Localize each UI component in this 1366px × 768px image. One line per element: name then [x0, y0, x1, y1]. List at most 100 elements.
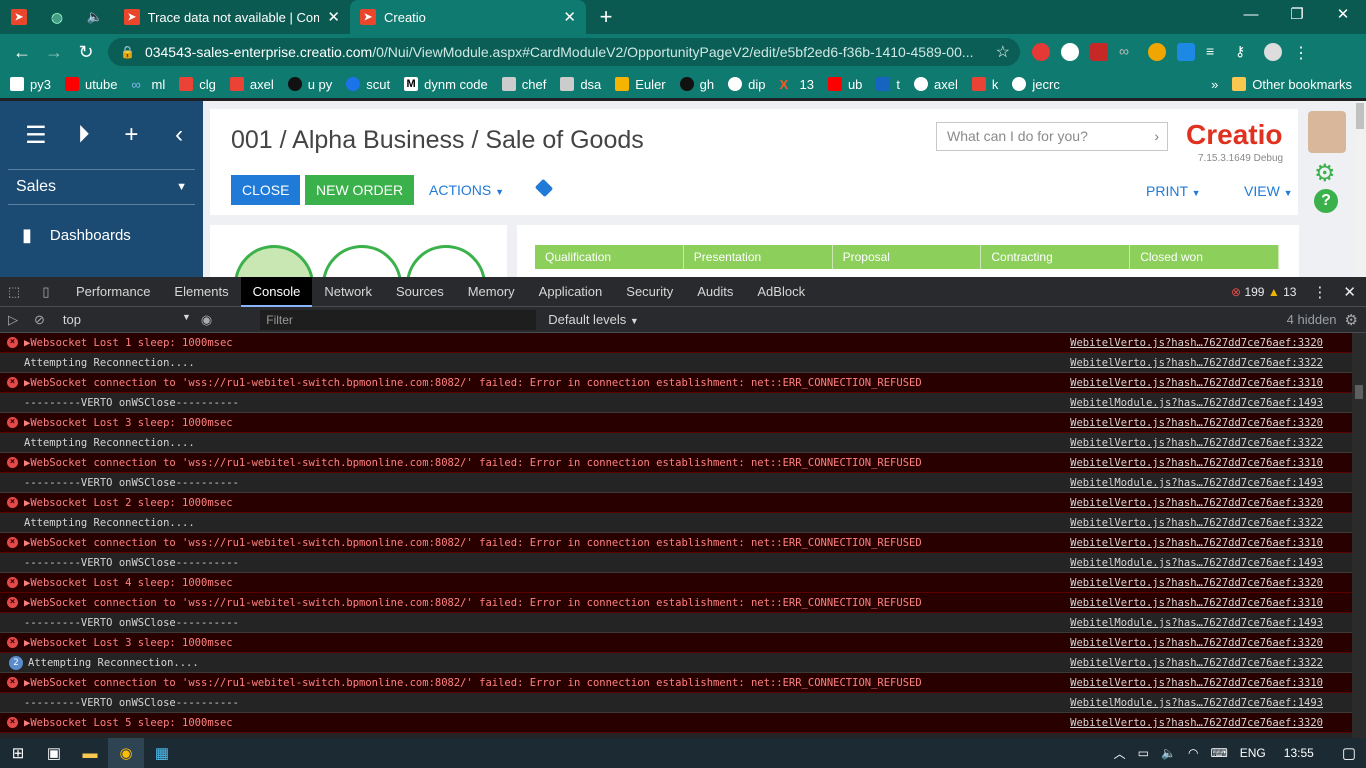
inspect-icon[interactable]: ⬚ — [0, 284, 28, 300]
extension-icon[interactable]: ∞ — [1119, 43, 1137, 61]
windows-extension-icon[interactable] — [1177, 43, 1195, 61]
bookmark-item[interactable]: Euler — [615, 77, 666, 92]
notifications-icon[interactable]: ▢ — [1342, 744, 1356, 762]
pinned-tab-1[interactable]: ➤ — [0, 0, 38, 34]
key-icon[interactable]: ⚷ — [1235, 43, 1253, 61]
stage-contracting[interactable]: Contracting — [981, 245, 1131, 269]
clear-console-icon[interactable]: ⊘ — [34, 312, 45, 328]
console-error-row[interactable]: × ▶WebSocket connection to 'wss://ru1-web… — [0, 373, 1352, 393]
source-link[interactable]: WebitelVerto.js?hash…7627dd7ce76aef:3320 — [1070, 333, 1323, 353]
bookmark-item[interactable]: axel — [914, 77, 958, 92]
console-error-row[interactable]: × ▶Websocket Lost 3 sleep: 1000msec Webite… — [0, 633, 1352, 653]
tab-security[interactable]: Security — [614, 277, 685, 307]
new-order-button[interactable]: NEW ORDER — [305, 175, 415, 205]
close-tab-icon[interactable]: ✕ — [563, 8, 576, 26]
close-tab-icon[interactable]: ✕ — [327, 8, 340, 26]
bookmark-item[interactable]: ub — [827, 77, 862, 92]
minimize-icon[interactable]: — — [1228, 0, 1274, 34]
back-icon[interactable]: ← — [6, 42, 38, 63]
bookmark-item[interactable]: scut — [346, 77, 390, 92]
extension-icon[interactable] — [1090, 43, 1108, 61]
forward-icon[interactable]: → — [38, 42, 70, 63]
print-menu[interactable]: PRINT ▼ — [1146, 183, 1201, 199]
console-filter-input[interactable]: Filter — [260, 309, 537, 330]
bookmark-item[interactable]: X 13 — [779, 77, 813, 93]
source-link[interactable]: WebitelModule.js?has…7627dd7ce76aef:1493 — [1070, 553, 1323, 573]
console-log-row[interactable]: Attempting Reconnection.... WebitelVerto.… — [0, 433, 1352, 453]
language-indicator[interactable]: ENG — [1240, 746, 1266, 760]
bookmark-item[interactable]: k — [971, 77, 998, 92]
actions-menu[interactable]: ACTIONS ▼ — [429, 182, 504, 198]
tab-memory[interactable]: Memory — [456, 277, 527, 307]
console-error-row[interactable]: × ▶Websocket Lost 5 sleep: 1000msec Webite… — [0, 713, 1352, 733]
bookmark-item[interactable]: jecrc — [1012, 77, 1060, 92]
url-bar[interactable]: 🔒 034543-sales-enterprise.creatio.com/0/… — [108, 38, 1020, 66]
stage-proposal[interactable]: Proposal — [833, 245, 982, 269]
new-tab-button[interactable]: + — [586, 4, 626, 30]
source-link[interactable]: WebitelVerto.js?hash…7627dd7ce76aef:3310 — [1070, 373, 1323, 393]
command-search-input[interactable]: What can I do for you? › — [936, 122, 1168, 151]
source-link[interactable]: WebitelVerto.js?hash…7627dd7ce76aef:3320 — [1070, 713, 1323, 733]
source-link[interactable]: WebitelVerto.js?hash…7627dd7ce76aef:3322 — [1070, 653, 1323, 673]
gear-icon[interactable]: ⚙ — [1345, 311, 1358, 329]
console-error-row[interactable]: × ▶WebSocket connection to 'wss://ru1-web… — [0, 453, 1352, 473]
bookmark-item[interactable]: u py — [287, 77, 332, 92]
help-icon[interactable]: ? — [1314, 189, 1338, 213]
device-toolbar-icon[interactable]: ▯ — [28, 284, 64, 300]
keyboard-icon[interactable]: ⌨ — [1210, 746, 1227, 760]
tab-performance[interactable]: Performance — [64, 277, 162, 307]
source-link[interactable]: WebitelVerto.js?hash…7627dd7ce76aef:3310 — [1070, 593, 1323, 613]
source-link[interactable]: WebitelModule.js?has…7627dd7ce76aef:1493 — [1070, 693, 1323, 713]
console-error-row[interactable]: × ▶Websocket Lost 2 sleep: 1000msec Webite… — [0, 493, 1352, 513]
close-window-icon[interactable]: ✕ — [1320, 0, 1366, 34]
extension-icon[interactable] — [1061, 43, 1079, 61]
bookmark-item[interactable]: Mdynm code — [404, 77, 488, 92]
source-link[interactable]: WebitelVerto.js?hash…7627dd7ce76aef:3322 — [1070, 433, 1323, 453]
file-explorer-icon[interactable]: ▬ — [72, 738, 108, 768]
chrome-icon[interactable]: ◉ — [108, 738, 144, 768]
source-link[interactable]: WebitelVerto.js?hash…7627dd7ce76aef:3320 — [1070, 493, 1323, 513]
play-icon[interactable]: ⏵ — [60, 121, 108, 149]
issue-counter[interactable]: ⊗ 199 ▲ 13 — [1231, 285, 1296, 299]
bookmark-item[interactable]: clg — [179, 77, 216, 92]
app-icon[interactable]: ▦ — [144, 738, 180, 768]
tab-sources[interactable]: Sources — [384, 277, 456, 307]
scrollbar-thumb[interactable] — [1356, 103, 1364, 129]
console-log-row[interactable]: Attempting Reconnection.... WebitelVerto.… — [0, 513, 1352, 533]
source-link[interactable]: WebitelVerto.js?hash…7627dd7ce76aef:3320 — [1070, 413, 1323, 433]
stage-qualification[interactable]: Qualification — [535, 245, 684, 269]
bookmark-item[interactable]: t — [876, 77, 900, 92]
page-scrollbar[interactable] — [1354, 101, 1366, 277]
console-log-row[interactable]: ---------VERTO onWSClose---------- Webite… — [0, 693, 1352, 713]
pinned-tab-2[interactable]: ◍ — [38, 0, 76, 34]
source-link[interactable]: WebitelVerto.js?hash…7627dd7ce76aef:3320 — [1070, 573, 1323, 593]
chevron-up-icon[interactable]: ︿ — [1114, 745, 1126, 762]
tab-application[interactable]: Application — [527, 277, 615, 307]
console-error-row[interactable]: × ▶WebSocket connection to 'wss://ru1-web… — [0, 593, 1352, 613]
sidebar-toggle-icon[interactable]: ▷ — [8, 312, 18, 328]
chevron-right-icon[interactable]: › — [1154, 123, 1159, 150]
volume-icon[interactable]: 🔈 — [1161, 746, 1176, 760]
tab-network[interactable]: Network — [312, 277, 384, 307]
source-link[interactable]: WebitelVerto.js?hash…7627dd7ce76aef:3322 — [1070, 513, 1323, 533]
bookmark-item[interactable]: dsa — [560, 77, 601, 92]
task-view-icon[interactable]: ▣ — [36, 738, 72, 768]
console-error-row[interactable]: × ▶Websocket Lost 4 sleep: 1000msec Webite… — [0, 573, 1352, 593]
source-link[interactable]: WebitelVerto.js?hash…7627dd7ce76aef:3310 — [1070, 673, 1323, 693]
maximize-icon[interactable]: ❐ — [1274, 0, 1320, 34]
clock[interactable]: 13:55 — [1284, 746, 1314, 760]
pinned-tab-3[interactable]: 🔈 — [76, 0, 114, 34]
console-log-row[interactable]: 2 Attempting Reconnection.... WebitelVerto… — [0, 653, 1352, 673]
tab-adblock[interactable]: AdBlock — [745, 277, 817, 307]
view-menu[interactable]: VIEW ▼ — [1244, 183, 1293, 199]
bookmark-item[interactable]: dip — [728, 77, 765, 92]
console-scrollbar[interactable] — [1352, 333, 1366, 740]
source-link[interactable]: WebitelVerto.js?hash…7627dd7ce76aef:3310 — [1070, 453, 1323, 473]
hamburger-menu-icon[interactable]: ☰ — [12, 121, 60, 150]
console-error-row[interactable]: × ▶Websocket Lost 3 sleep: 1000msec Webite… — [0, 413, 1352, 433]
log-levels-dropdown[interactable]: Default levels ▼ — [548, 312, 639, 327]
console-error-row[interactable]: × ▶Websocket Lost 1 sleep: 1000msec Webite… — [0, 333, 1352, 353]
browser-tab-creatio[interactable]: ➤ Creatio ✕ — [350, 0, 586, 34]
close-devtools-icon[interactable]: ✕ — [1343, 283, 1356, 301]
gear-icon[interactable]: ⚙ — [1314, 159, 1336, 188]
